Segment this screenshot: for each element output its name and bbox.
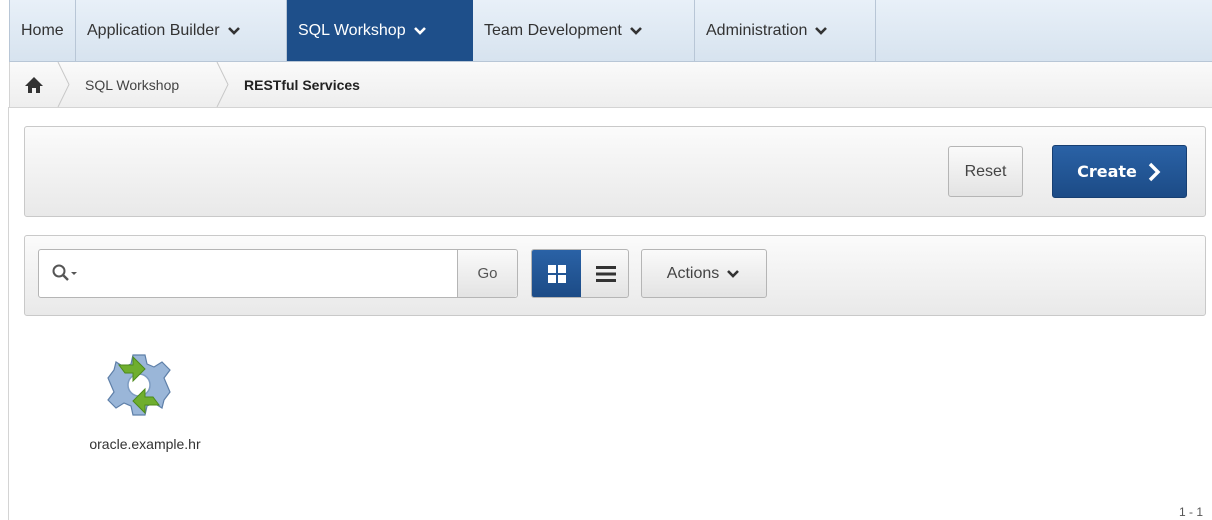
breadcrumb-sql-workshop[interactable]: SQL Workshop	[85, 62, 179, 107]
reset-button-label: Reset	[964, 162, 1007, 180]
service-module-item[interactable]: oracle.example.hr	[60, 338, 230, 468]
tab-home[interactable]: Home	[10, 0, 76, 61]
breadcrumb-home[interactable]	[24, 62, 50, 107]
tab-administration-label: Administration	[706, 21, 808, 39]
content-border	[8, 107, 9, 520]
tab-sql-workshop[interactable]: SQL Workshop	[287, 0, 473, 61]
pagination-range: 1 - 1	[1178, 505, 1203, 519]
tab-team-development[interactable]: Team Development	[473, 0, 695, 61]
page-title: RESTful Services	[244, 76, 360, 93]
chevron-down-icon	[813, 23, 829, 39]
icon-view-button[interactable]	[532, 250, 581, 297]
search-field: Go	[38, 249, 518, 299]
grid-icon	[547, 264, 566, 283]
tab-sql-workshop-label: SQL Workshop	[298, 21, 406, 39]
go-button-label: Go	[477, 265, 498, 282]
tab-application-builder-label: Application Builder	[87, 21, 220, 39]
breadcrumb-current-page: RESTful Services	[244, 62, 360, 107]
button-region: Reset Create	[24, 126, 1206, 217]
gear-icon	[107, 354, 171, 416]
search-column-menu[interactable]	[51, 263, 83, 285]
tab-application-builder[interactable]: Application Builder	[76, 0, 287, 61]
view-mode-toggle	[531, 249, 629, 298]
tab-administration[interactable]: Administration	[695, 0, 876, 61]
chevron-down-icon	[412, 23, 428, 39]
tab-team-development-label: Team Development	[484, 21, 622, 39]
chevron-down-icon	[226, 23, 242, 39]
search-input[interactable]	[89, 250, 453, 299]
reset-button[interactable]: Reset	[948, 146, 1023, 197]
tab-home-label: Home	[21, 21, 64, 39]
breadcrumb-sql-workshop-label: SQL Workshop	[85, 76, 180, 93]
breadcrumb-separator	[57, 62, 70, 107]
report-toolbar: Go Actions	[24, 235, 1206, 316]
go-button[interactable]: Go	[457, 250, 517, 297]
search-icon	[52, 264, 77, 281]
breadcrumb-separator	[216, 62, 229, 107]
chevron-down-icon	[727, 269, 740, 278]
create-button-label: Create	[1077, 162, 1137, 181]
list-icon	[595, 265, 616, 282]
report-view-button[interactable]	[581, 250, 628, 297]
create-button[interactable]: Create	[1052, 145, 1187, 198]
chevron-down-icon	[628, 23, 644, 39]
actions-menu-button[interactable]: Actions	[641, 249, 767, 298]
chevron-right-icon	[1148, 162, 1161, 181]
actions-button-label: Actions	[666, 264, 720, 282]
breadcrumb: SQL Workshop RESTful Services	[9, 62, 1212, 108]
top-navigation: Home Application Builder SQL Workshop Te…	[9, 0, 1212, 62]
service-module-label: oracle.example.hr	[89, 436, 201, 452]
home-icon	[25, 76, 43, 93]
